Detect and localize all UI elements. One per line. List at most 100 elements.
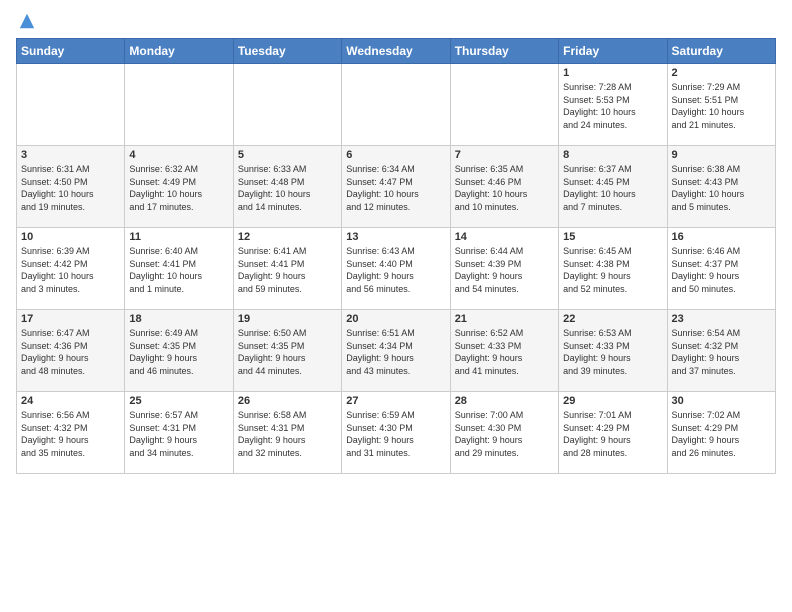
header	[16, 12, 776, 30]
calendar-cell: 3 Sunrise: 6:31 AM Sunset: 4:50 PM Daylig…	[17, 146, 125, 228]
day-info: Sunrise: 6:37 AM Sunset: 4:45 PM Dayligh…	[563, 163, 662, 213]
calendar-cell: 12Sunrise: 6:41 AM Sunset: 4:41 PM Dayli…	[233, 228, 341, 310]
day-number: 4	[129, 149, 228, 161]
calendar-cell: 8 Sunrise: 6:37 AM Sunset: 4:45 PM Daylig…	[559, 146, 667, 228]
day-info: Sunrise: 6:38 AM Sunset: 4:43 PM Dayligh…	[672, 163, 771, 213]
calendar-cell: 19Sunrise: 6:50 AM Sunset: 4:35 PM Dayli…	[233, 310, 341, 392]
calendar-cell	[125, 64, 233, 146]
day-info: Sunrise: 6:52 AM Sunset: 4:33 PM Dayligh…	[455, 327, 554, 377]
calendar-cell: 30 Sunrise: 7:02 AM Sunset: 4:29 PM Dayli…	[667, 392, 775, 474]
day-info: Sunrise: 6:33 AM Sunset: 4:48 PM Dayligh…	[238, 163, 337, 213]
calendar-week: 24 Sunrise: 6:56 AM Sunset: 4:32 PM Dayli…	[17, 392, 776, 474]
day-info: Sunrise: 6:53 AM Sunset: 4:33 PM Dayligh…	[563, 327, 662, 377]
day-number: 2	[672, 67, 771, 79]
day-number: 19	[238, 313, 337, 325]
day-info: Sunrise: 6:34 AM Sunset: 4:47 PM Dayligh…	[346, 163, 445, 213]
calendar-cell: 27 Sunrise: 6:59 AM Sunset: 4:30 PM Dayli…	[342, 392, 450, 474]
day-info: Sunrise: 7:02 AM Sunset: 4:29 PM Dayligh…	[672, 409, 771, 459]
day-number: 27	[346, 395, 445, 407]
day-number: 22	[563, 313, 662, 325]
calendar-cell: 6 Sunrise: 6:34 AM Sunset: 4:47 PM Daylig…	[342, 146, 450, 228]
day-number: 14	[455, 231, 554, 243]
calendar-cell: 1 Sunrise: 7:28 AM Sunset: 5:53 PM Daylig…	[559, 64, 667, 146]
weekday-header: Monday	[125, 39, 233, 64]
calendar-cell: 7 Sunrise: 6:35 AM Sunset: 4:46 PM Daylig…	[450, 146, 558, 228]
day-number: 24	[21, 395, 120, 407]
day-info: Sunrise: 7:28 AM Sunset: 5:53 PM Dayligh…	[563, 81, 662, 131]
page: SundayMondayTuesdayWednesdayThursdayFrid…	[0, 0, 792, 612]
day-info: Sunrise: 6:31 AM Sunset: 4:50 PM Dayligh…	[21, 163, 120, 213]
day-number: 20	[346, 313, 445, 325]
calendar: SundayMondayTuesdayWednesdayThursdayFrid…	[16, 38, 776, 474]
day-info: Sunrise: 7:00 AM Sunset: 4:30 PM Dayligh…	[455, 409, 554, 459]
calendar-cell: 21 Sunrise: 6:52 AM Sunset: 4:33 PM Dayli…	[450, 310, 558, 392]
day-info: Sunrise: 6:47 AM Sunset: 4:36 PM Dayligh…	[21, 327, 120, 377]
calendar-cell	[17, 64, 125, 146]
day-number: 15	[563, 231, 662, 243]
day-info: Sunrise: 6:45 AM Sunset: 4:38 PM Dayligh…	[563, 245, 662, 295]
day-number: 8	[563, 149, 662, 161]
day-info: Sunrise: 6:57 AM Sunset: 4:31 PM Dayligh…	[129, 409, 228, 459]
calendar-week: 1 Sunrise: 7:28 AM Sunset: 5:53 PM Daylig…	[17, 64, 776, 146]
day-number: 29	[563, 395, 662, 407]
day-info: Sunrise: 6:39 AM Sunset: 4:42 PM Dayligh…	[21, 245, 120, 295]
calendar-cell: 11 Sunrise: 6:40 AM Sunset: 4:41 PM Dayli…	[125, 228, 233, 310]
day-number: 9	[672, 149, 771, 161]
day-number: 6	[346, 149, 445, 161]
day-info: Sunrise: 6:40 AM Sunset: 4:41 PM Dayligh…	[129, 245, 228, 295]
day-number: 28	[455, 395, 554, 407]
day-number: 16	[672, 231, 771, 243]
day-info: Sunrise: 6:54 AM Sunset: 4:32 PM Dayligh…	[672, 327, 771, 377]
calendar-week: 10 Sunrise: 6:39 AM Sunset: 4:42 PM Dayli…	[17, 228, 776, 310]
day-info: Sunrise: 6:41 AM Sunset: 4:41 PM Dayligh…	[238, 245, 337, 295]
calendar-cell: 29Sunrise: 7:01 AM Sunset: 4:29 PM Dayli…	[559, 392, 667, 474]
weekday-header: Tuesday	[233, 39, 341, 64]
logo	[16, 12, 36, 30]
weekday-header: Wednesday	[342, 39, 450, 64]
day-number: 30	[672, 395, 771, 407]
day-number: 26	[238, 395, 337, 407]
calendar-cell	[342, 64, 450, 146]
day-number: 25	[129, 395, 228, 407]
day-number: 21	[455, 313, 554, 325]
day-info: Sunrise: 6:35 AM Sunset: 4:46 PM Dayligh…	[455, 163, 554, 213]
calendar-cell: 2 Sunrise: 7:29 AM Sunset: 5:51 PM Daylig…	[667, 64, 775, 146]
weekday-header: Thursday	[450, 39, 558, 64]
calendar-cell	[233, 64, 341, 146]
calendar-cell: 22 Sunrise: 6:53 AM Sunset: 4:33 PM Dayli…	[559, 310, 667, 392]
day-info: Sunrise: 6:58 AM Sunset: 4:31 PM Dayligh…	[238, 409, 337, 459]
weekday-row: SundayMondayTuesdayWednesdayThursdayFrid…	[17, 39, 776, 64]
day-info: Sunrise: 6:46 AM Sunset: 4:37 PM Dayligh…	[672, 245, 771, 295]
calendar-body: 1 Sunrise: 7:28 AM Sunset: 5:53 PM Daylig…	[17, 64, 776, 474]
day-info: Sunrise: 7:29 AM Sunset: 5:51 PM Dayligh…	[672, 81, 771, 131]
day-number: 3	[21, 149, 120, 161]
calendar-cell: 14 Sunrise: 6:44 AM Sunset: 4:39 PM Dayli…	[450, 228, 558, 310]
day-info: Sunrise: 6:51 AM Sunset: 4:34 PM Dayligh…	[346, 327, 445, 377]
day-info: Sunrise: 6:56 AM Sunset: 4:32 PM Dayligh…	[21, 409, 120, 459]
calendar-week: 3 Sunrise: 6:31 AM Sunset: 4:50 PM Daylig…	[17, 146, 776, 228]
calendar-cell	[450, 64, 558, 146]
day-number: 10	[21, 231, 120, 243]
calendar-cell: 18 Sunrise: 6:49 AM Sunset: 4:35 PM Dayli…	[125, 310, 233, 392]
calendar-cell: 25 Sunrise: 6:57 AM Sunset: 4:31 PM Dayli…	[125, 392, 233, 474]
calendar-cell: 9 Sunrise: 6:38 AM Sunset: 4:43 PM Daylig…	[667, 146, 775, 228]
calendar-cell: 5Sunrise: 6:33 AM Sunset: 4:48 PM Daylig…	[233, 146, 341, 228]
weekday-header: Friday	[559, 39, 667, 64]
day-number: 1	[563, 67, 662, 79]
calendar-cell: 13Sunrise: 6:43 AM Sunset: 4:40 PM Dayli…	[342, 228, 450, 310]
weekday-header: Saturday	[667, 39, 775, 64]
calendar-week: 17 Sunrise: 6:47 AM Sunset: 4:36 PM Dayli…	[17, 310, 776, 392]
day-number: 18	[129, 313, 228, 325]
calendar-cell: 26 Sunrise: 6:58 AM Sunset: 4:31 PM Dayli…	[233, 392, 341, 474]
calendar-header: SundayMondayTuesdayWednesdayThursdayFrid…	[17, 39, 776, 64]
day-number: 23	[672, 313, 771, 325]
day-info: Sunrise: 6:49 AM Sunset: 4:35 PM Dayligh…	[129, 327, 228, 377]
day-info: Sunrise: 6:59 AM Sunset: 4:30 PM Dayligh…	[346, 409, 445, 459]
calendar-cell: 24 Sunrise: 6:56 AM Sunset: 4:32 PM Dayli…	[17, 392, 125, 474]
day-info: Sunrise: 6:44 AM Sunset: 4:39 PM Dayligh…	[455, 245, 554, 295]
day-number: 17	[21, 313, 120, 325]
logo-icon	[18, 12, 36, 30]
weekday-header: Sunday	[17, 39, 125, 64]
day-number: 7	[455, 149, 554, 161]
day-number: 11	[129, 231, 228, 243]
